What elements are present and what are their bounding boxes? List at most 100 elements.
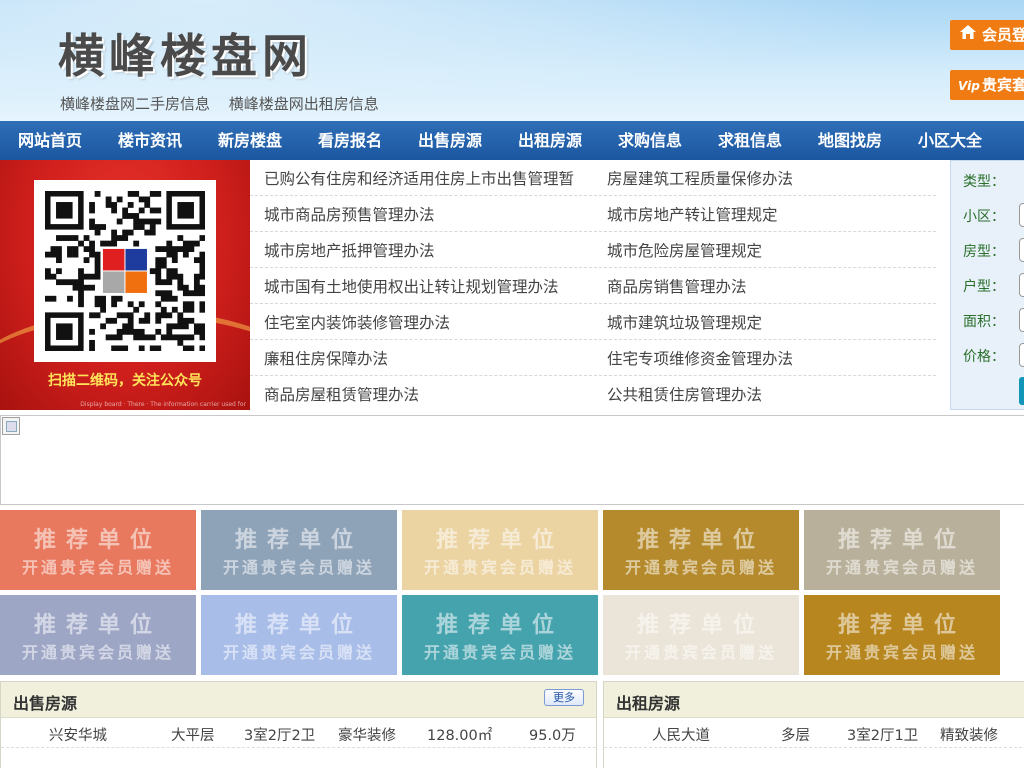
table-row[interactable] (1, 748, 596, 768)
second-hand-link[interactable]: 横峰楼盘网二手房信息 (60, 95, 210, 113)
list-item: 廉租住房保障办法 住宅专项维修资金管理办法 (250, 340, 936, 376)
search-layout-label: 户型： (963, 279, 1005, 295)
regulation-link[interactable]: 城市房地产抵押管理办法 (250, 239, 593, 261)
search-area-label: 面积： (963, 314, 1005, 330)
tile-title: 推荐单位 (636, 613, 765, 638)
broken-image-icon (2, 417, 20, 435)
regulation-link[interactable]: 公共租赁住房管理办法 (593, 383, 936, 405)
floor-area: 128.00㎡ (427, 728, 493, 744)
nav-new-homes[interactable]: 新房楼盘 (200, 121, 300, 160)
sub-links: 横峰楼盘网二手房信息 横峰楼盘网出租房信息 (60, 93, 393, 114)
for-rent-panel: 出租房源 人民大道 多层 3室2厅1卫 精致装修 (603, 681, 1024, 768)
vip-icon: Vip (958, 79, 980, 93)
search-button[interactable] (1019, 377, 1024, 405)
nav-wanted-buy[interactable]: 求购信息 (600, 121, 700, 160)
regulation-link[interactable]: 商品房屋租赁管理办法 (250, 383, 593, 405)
table-row[interactable] (604, 748, 1024, 768)
nav-map-search[interactable]: 地图找房 (800, 121, 900, 160)
nav-more[interactable]: 中 (1000, 121, 1024, 160)
search-room-label: 房型： (963, 244, 1005, 260)
property-search-panel: 类型： 小区： 房型： 户型： 面积： 价格： (950, 160, 1024, 410)
nav-for-rent[interactable]: 出租房源 (500, 121, 600, 160)
tile-subtitle: 开通贵宾会员赠送 (825, 558, 978, 577)
regulation-link[interactable]: 商品房销售管理办法 (593, 275, 936, 297)
member-login-button[interactable]: 会员登 (950, 20, 1024, 50)
tile-title: 推荐单位 (435, 528, 564, 553)
rental-link[interactable]: 横峰楼盘网出租房信息 (229, 95, 379, 113)
list-item: 商品房屋租赁管理办法 公共租赁住房管理办法 (250, 376, 936, 412)
community-name[interactable]: 兴安华城 (49, 724, 107, 745)
recommend-tile[interactable]: 推荐单位开通贵宾会员赠送 (804, 510, 1000, 590)
tile-title: 推荐单位 (234, 613, 363, 638)
site-header: 横峰楼盘网 横峰楼盘网二手房信息 横峰楼盘网出租房信息 会员登 Vip 贵宾套 (0, 0, 1024, 121)
vip-package-button[interactable]: Vip 贵宾套 (950, 70, 1024, 100)
more-button[interactable]: 更多 (544, 689, 584, 706)
nav-viewing-signup[interactable]: 看房报名 (300, 121, 400, 160)
panel-title: 出售房源 (13, 694, 78, 713)
regulation-link[interactable]: 住宅专项维修资金管理办法 (593, 347, 936, 369)
price-select[interactable] (1019, 343, 1024, 367)
search-type-label: 类型： (963, 174, 1005, 190)
tile-title: 推荐单位 (435, 613, 564, 638)
regulation-link[interactable]: 城市商品房预售管理办法 (250, 203, 593, 225)
site-title[interactable]: 横峰楼盘网 (58, 20, 313, 86)
nav-home[interactable]: 网站首页 (0, 121, 100, 160)
list-item: 已购公有住房和经济适用住房上市出售管理暂 房屋建筑工程质量保修办法 (250, 160, 936, 196)
recommend-tile[interactable]: 推荐单位 开通贵宾会员赠送 (201, 510, 397, 590)
area-select[interactable] (1019, 308, 1024, 332)
nav-news[interactable]: 楼市资讯 (100, 121, 200, 160)
tile-subtitle: 开通贵宾会员赠送 (423, 558, 576, 577)
tile-subtitle: 开通贵宾会员赠送 (825, 643, 978, 662)
panel-header: 出租房源 (604, 682, 1024, 718)
promo-caption: 扫描二维码，关注公众号 (48, 373, 202, 389)
building-type: 大平层 (171, 728, 215, 744)
regulation-link[interactable]: 城市危险房屋管理规定 (593, 239, 936, 261)
regulation-link[interactable]: 房屋建筑工程质量保修办法 (593, 167, 936, 189)
tile-title: 推荐单位 (636, 528, 765, 553)
recommend-tile[interactable]: 推荐单位 开通贵宾会员赠送 (0, 595, 196, 675)
recommend-tile[interactable]: 推荐单位开通贵宾会员赠送 (804, 595, 1000, 675)
panel-header: 出售房源 更多 (1, 682, 596, 718)
tile-title: 推荐单位 (837, 613, 966, 638)
recommend-tile[interactable]: 推荐单位开通贵宾会员赠送 (201, 595, 397, 675)
table-row[interactable]: 人民大道 多层 3室2厅1卫 精致装修 (604, 718, 1024, 748)
tile-title: 推荐单位 (837, 528, 966, 553)
nav-communities[interactable]: 小区大全 (900, 121, 1000, 160)
list-item: 城市房地产抵押管理办法 城市危险房屋管理规定 (250, 232, 936, 268)
tile-subtitle: 开通贵宾会员赠送 (222, 643, 375, 662)
tile-subtitle: 开通贵宾会员赠送 (624, 643, 777, 662)
table-row[interactable]: 兴安华城 大平层 3室2厅2卫 豪华装修 128.00㎡ 95.0万 (1, 718, 596, 748)
home-icon (958, 20, 978, 50)
tile-title: 推荐单位 (33, 528, 162, 553)
recommend-tile[interactable]: 推荐单位 开通贵宾会员赠送 (402, 595, 598, 675)
ad-banner[interactable] (0, 415, 1024, 505)
wechat-promo[interactable]: 扫描二维码，关注公众号 Display board · There · The … (0, 160, 250, 410)
list-item: 住宅室内装饰装修管理办法 城市建筑垃圾管理规定 (250, 304, 936, 340)
list-item: 城市商品房预售管理办法 城市房地产转让管理规定 (250, 196, 936, 232)
decoration: 豪华装修 (338, 728, 396, 744)
nav-for-sale[interactable]: 出售房源 (400, 121, 500, 160)
vip-package-label: 贵宾套 (982, 76, 1024, 94)
qr-code (34, 180, 216, 362)
recommend-tile[interactable]: 推荐单位开通贵宾会员赠送 (402, 510, 598, 590)
regulation-link[interactable]: 已购公有住房和经济适用住房上市出售管理暂 (250, 167, 593, 189)
layout-select[interactable] (1019, 273, 1024, 297)
panel-title: 出租房源 (616, 694, 681, 713)
regulations-list: 已购公有住房和经济适用住房上市出售管理暂 房屋建筑工程质量保修办法 城市商品房预售… (250, 160, 936, 412)
recommend-tile[interactable]: 推荐单位 开通贵宾会员赠送 (0, 510, 196, 590)
search-community-label: 小区： (963, 209, 1005, 225)
regulation-link[interactable]: 廉租住房保障办法 (250, 347, 593, 369)
decoration: 精致装修 (940, 728, 998, 744)
recommend-tile[interactable]: 推荐单位开通贵宾会员赠送 (603, 595, 799, 675)
regulation-link[interactable]: 城市房地产转让管理规定 (593, 203, 936, 225)
for-sale-panel: 出售房源 更多 兴安华城 大平层 3室2厅2卫 豪华装修 128.00㎡ 95.… (0, 681, 597, 768)
regulation-link[interactable]: 城市建筑垃圾管理规定 (593, 311, 936, 333)
nav-wanted-rent[interactable]: 求租信息 (700, 121, 800, 160)
room-select[interactable] (1019, 238, 1024, 262)
regulation-link[interactable]: 城市国有土地使用权出让转让规划管理办法 (250, 275, 593, 297)
recommend-tile[interactable]: 推荐单位 开通贵宾会员赠送 (603, 510, 799, 590)
promo-fine-print: Display board · There · The information … (80, 401, 246, 408)
community-input[interactable] (1019, 203, 1024, 227)
community-name[interactable]: 人民大道 (652, 724, 710, 745)
regulation-link[interactable]: 住宅室内装饰装修管理办法 (250, 311, 593, 333)
